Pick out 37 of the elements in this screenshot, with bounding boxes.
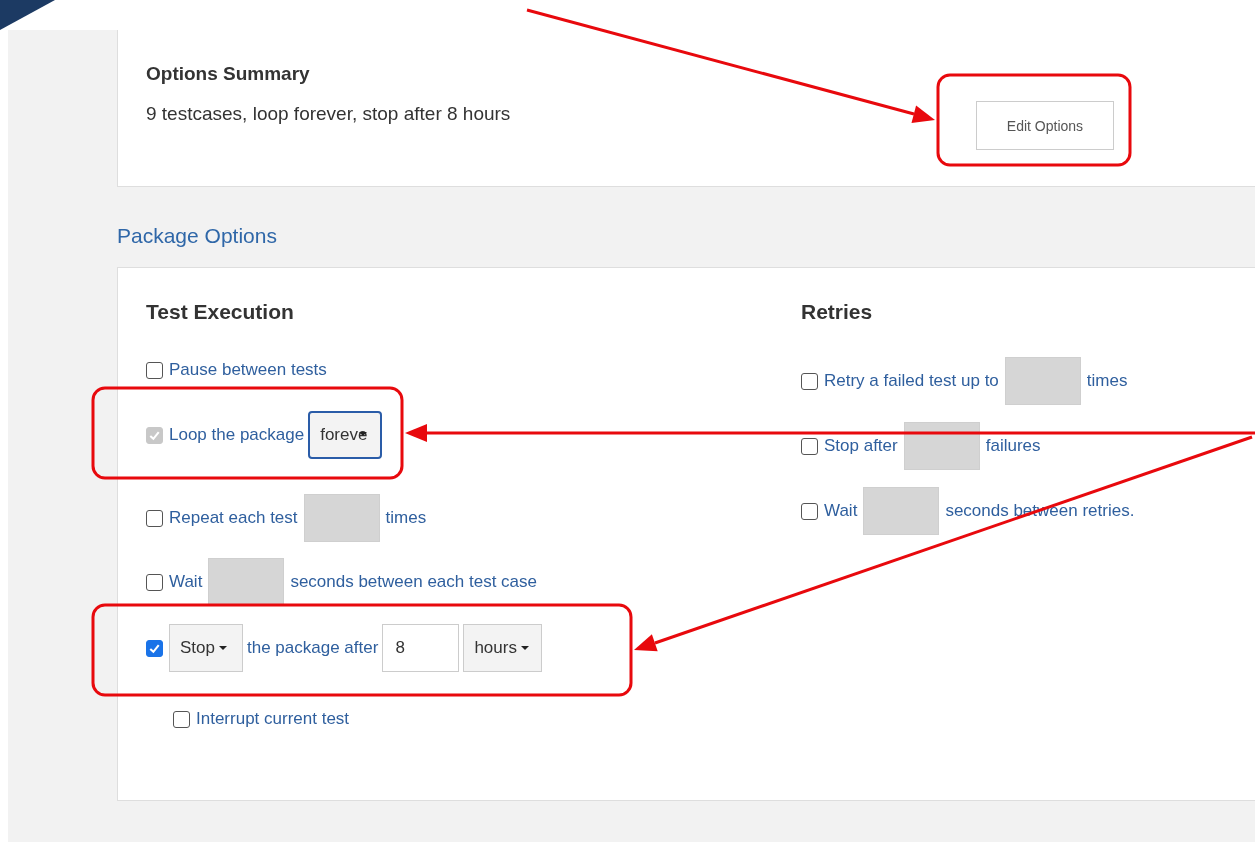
checkbox[interactable] [173, 710, 190, 728]
edit-options-button[interactable]: Edit Options [976, 101, 1114, 150]
option-label[interactable]: Pause between tests [169, 360, 327, 380]
dropdown[interactable]: hours [463, 624, 542, 672]
option-label[interactable]: the package after [247, 638, 379, 658]
number-field[interactable]: 8 [382, 624, 460, 672]
option-label[interactable]: failures [985, 436, 1041, 456]
option-label[interactable]: Wait [824, 501, 858, 521]
option-label[interactable]: seconds between each test case [290, 572, 538, 592]
caret-icon [520, 646, 529, 650]
input-field[interactable] [863, 487, 940, 535]
column-heading: Retries [801, 300, 874, 324]
summary-text: 9 testcases, loop forever, stop after 8 hours [146, 103, 512, 125]
caret-icon [219, 646, 227, 650]
option-label[interactable]: Wait [169, 572, 203, 592]
column-heading: Test Execution [146, 300, 295, 324]
option-label[interactable]: Stop after [824, 436, 898, 456]
option-label[interactable]: times [1086, 371, 1128, 391]
checkbox[interactable] [146, 639, 163, 657]
checkbox[interactable] [146, 573, 163, 591]
option-label[interactable]: Interrupt current test [196, 709, 350, 729]
checkbox[interactable] [146, 509, 163, 527]
input-field[interactable] [903, 422, 980, 470]
option-label[interactable]: times [385, 508, 427, 528]
checkbox[interactable] [146, 361, 163, 379]
section-heading: Options Summary [146, 63, 311, 85]
input-field[interactable] [1004, 357, 1081, 405]
input-field[interactable] [208, 558, 285, 606]
checkbox[interactable] [801, 437, 818, 455]
option-label[interactable]: Repeat each test [169, 508, 298, 528]
dropdown[interactable]: Stop [169, 624, 243, 672]
option-label[interactable]: Retry a failed test up to [824, 371, 999, 391]
input-field[interactable] [303, 494, 380, 542]
checkbox[interactable] [801, 372, 818, 390]
caret-icon [359, 432, 368, 436]
section-title: Package Options [117, 224, 278, 248]
checkbox[interactable] [801, 502, 818, 520]
